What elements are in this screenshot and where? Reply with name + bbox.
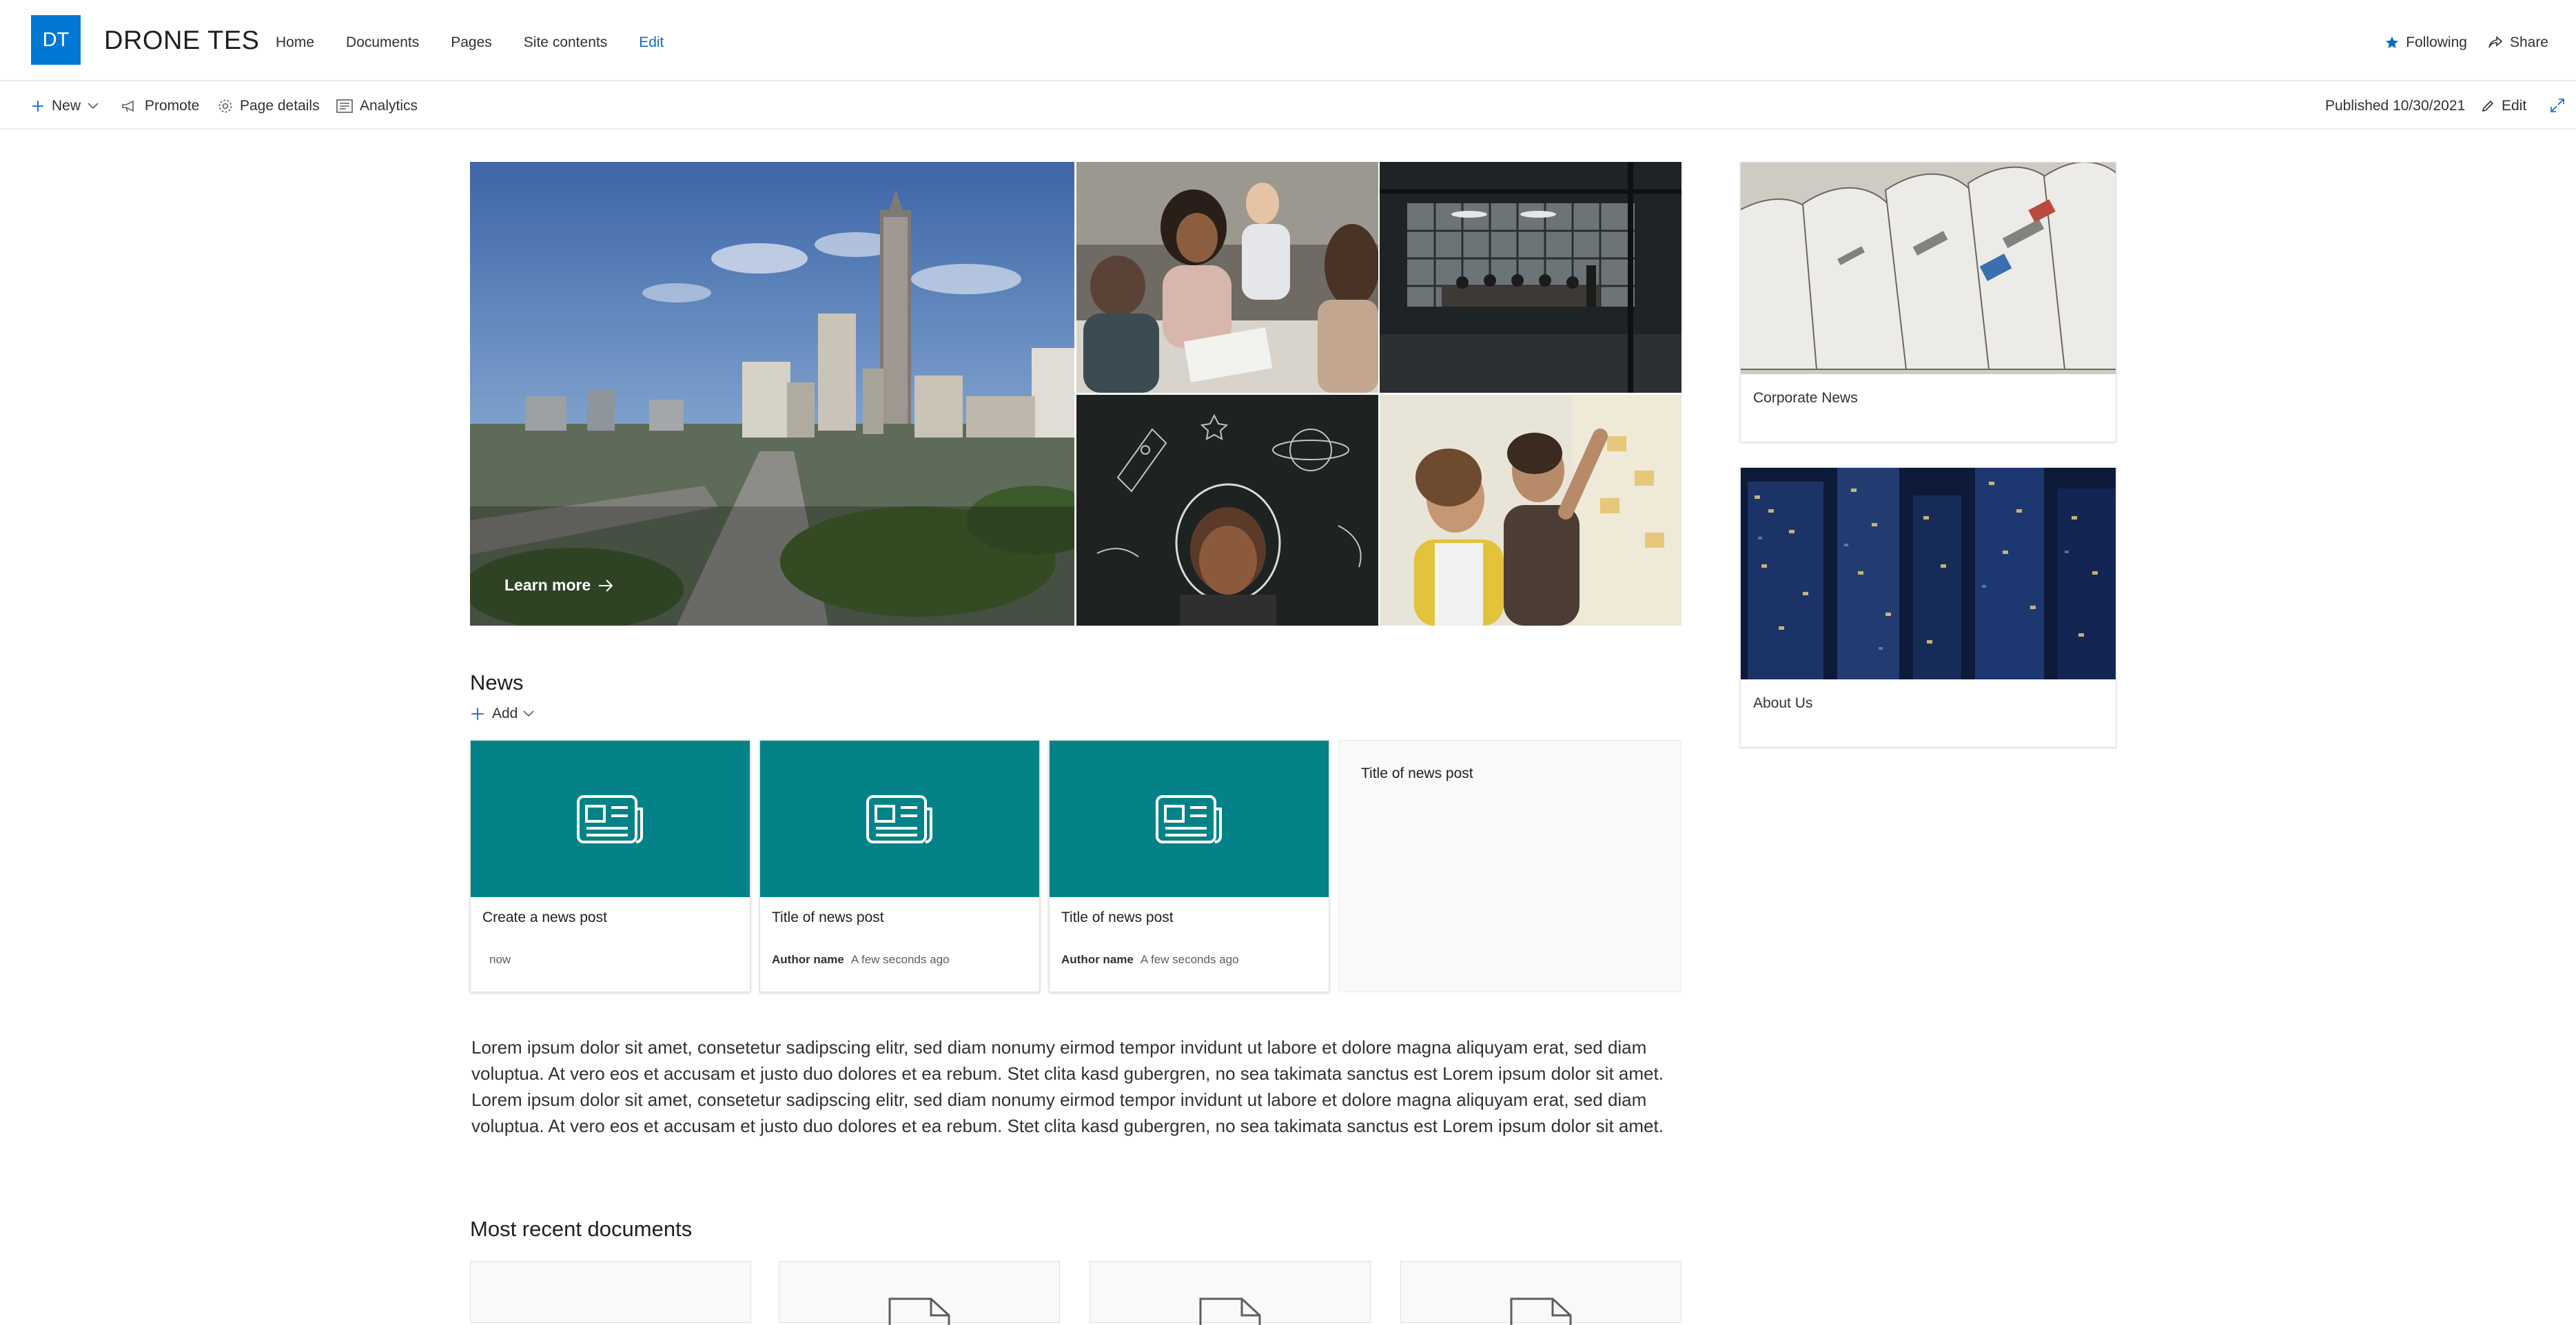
promote-label: Promote: [145, 98, 200, 114]
text-web-part: Lorem ipsum dolor sit amet, consetetur s…: [471, 1037, 1664, 1136]
chalkboard-image: [1076, 395, 1378, 626]
arrow-right-icon: [599, 579, 613, 592]
header-actions: Following Share: [2364, 34, 2548, 51]
new-button[interactable]: New: [31, 98, 105, 114]
document-card[interactable]: [1400, 1261, 1681, 1325]
hero-section: Learn more: [470, 162, 1681, 626]
hero-tile-conference-room[interactable]: [1380, 162, 1681, 393]
news-card-thumbnail: [471, 741, 750, 897]
newspaper-icon: [866, 794, 932, 843]
news-add-label: Add: [492, 706, 518, 721]
news-card-title[interactable]: Create a news post: [482, 910, 607, 926]
news-section-title: News: [470, 670, 524, 695]
conference-room-image: [1380, 162, 1681, 393]
published-status: Published 10/30/2021: [2325, 98, 2465, 114]
news-card-title[interactable]: Title of news post: [1361, 766, 1473, 782]
file-icon: [888, 1297, 950, 1325]
newspaper-icon: [1155, 794, 1222, 843]
newspaper-icon: [576, 794, 643, 843]
news-card-title[interactable]: Title of news post: [1061, 910, 1174, 926]
news-card[interactable]: Title of news post Author name A few seco…: [1049, 740, 1329, 992]
news-card-author: Author name: [1061, 953, 1134, 966]
learn-more-link[interactable]: Learn more: [504, 576, 614, 595]
edit-label: Edit: [2502, 98, 2527, 114]
document-card[interactable]: [779, 1261, 1060, 1325]
page-details-label: Page details: [240, 98, 320, 114]
quick-link-image: [1741, 468, 2116, 679]
quick-link-card[interactable]: About Us: [1740, 467, 2116, 748]
recent-documents-title: Most recent documents: [470, 1217, 693, 1241]
file-icon: [1510, 1297, 1572, 1325]
city-night-image: [1741, 468, 2116, 679]
news-card-author: Author name: [772, 953, 844, 966]
news-card-thumbnail: [1050, 741, 1329, 897]
top-navigation: Home Documents Pages Site contents Edit: [276, 34, 695, 51]
new-label: New: [52, 98, 81, 114]
newspapers-image: [1741, 163, 2116, 374]
following-label: Following: [2406, 34, 2467, 50]
published-label: Published 10/30/2021: [2325, 98, 2466, 114]
plus-icon: [471, 708, 484, 720]
hero-tile-team-meeting[interactable]: [1076, 162, 1378, 393]
nav-home[interactable]: Home: [276, 34, 314, 51]
news-card-meta: now: [482, 953, 511, 967]
quick-link-image: [1741, 163, 2116, 374]
page-details-button[interactable]: Page details: [218, 98, 320, 114]
news-card-meta: Author name A few seconds ago: [772, 953, 950, 967]
site-title[interactable]: DRONE TES: [104, 26, 260, 56]
hero-tile-city[interactable]: Learn more: [470, 162, 1074, 626]
share-label: Share: [2509, 34, 2548, 50]
megaphone-icon: [122, 100, 134, 112]
pencil-icon: [2482, 100, 2494, 112]
quick-link-label[interactable]: About Us: [1753, 695, 1812, 712]
analytics-button[interactable]: Analytics: [336, 98, 418, 114]
star-filled-icon: [2386, 37, 2399, 48]
news-add-button[interactable]: Add: [470, 706, 534, 722]
promote-button[interactable]: Promote: [121, 98, 199, 114]
news-card-title[interactable]: Title of news post: [772, 910, 884, 926]
document-card[interactable]: [470, 1261, 751, 1323]
expand-icon: [2551, 99, 2564, 112]
share-icon: [2488, 36, 2503, 48]
nav-site-contents[interactable]: Site contents: [524, 34, 607, 51]
plus-icon: [32, 101, 43, 112]
document-card[interactable]: [1090, 1261, 1371, 1325]
analytics-icon: [336, 99, 353, 113]
command-bar: New Promote Page details Analytics Publi…: [0, 83, 2576, 130]
analytics-label: Analytics: [360, 98, 418, 114]
nav-documents[interactable]: Documents: [346, 34, 419, 51]
quick-link-card[interactable]: Corporate News: [1740, 162, 2116, 442]
team-meeting-image: [1076, 162, 1378, 393]
chevron-down-icon: [88, 103, 99, 110]
news-card-time: A few seconds ago: [1140, 953, 1239, 966]
site-logo[interactable]: DT: [31, 15, 81, 65]
share-button[interactable]: Share: [2488, 34, 2548, 51]
hero-tile-whiteboard[interactable]: [1380, 395, 1681, 626]
nav-edit-link[interactable]: Edit: [639, 34, 664, 51]
news-card-thumbnail: [760, 741, 1039, 897]
learn-more-label: Learn more: [504, 576, 591, 594]
news-card[interactable]: Title of news post Author name A few seco…: [759, 740, 1040, 992]
news-card-time: A few seconds ago: [850, 953, 950, 966]
news-card-placeholder[interactable]: Title of news post: [1338, 740, 1681, 992]
site-header: DT DRONE TES Home Documents Pages Site c…: [0, 0, 2576, 81]
file-icon: [1199, 1297, 1261, 1325]
gear-icon: [218, 99, 232, 113]
city-skyline-image: [470, 162, 1074, 626]
news-card-time: now: [489, 953, 511, 966]
whiteboard-image: [1380, 395, 1681, 626]
quick-link-label[interactable]: Corporate News: [1753, 390, 1858, 407]
nav-pages[interactable]: Pages: [451, 34, 492, 51]
news-card-meta: Author name A few seconds ago: [1061, 953, 1239, 967]
following-button[interactable]: Following: [2385, 34, 2467, 51]
edit-page-button[interactable]: Edit: [2481, 98, 2526, 114]
hero-tile-chalkboard[interactable]: [1076, 395, 1378, 626]
news-card[interactable]: Create a news post now: [470, 740, 750, 992]
expand-button[interactable]: [2550, 98, 2572, 113]
chevron-down-icon: [523, 710, 534, 717]
